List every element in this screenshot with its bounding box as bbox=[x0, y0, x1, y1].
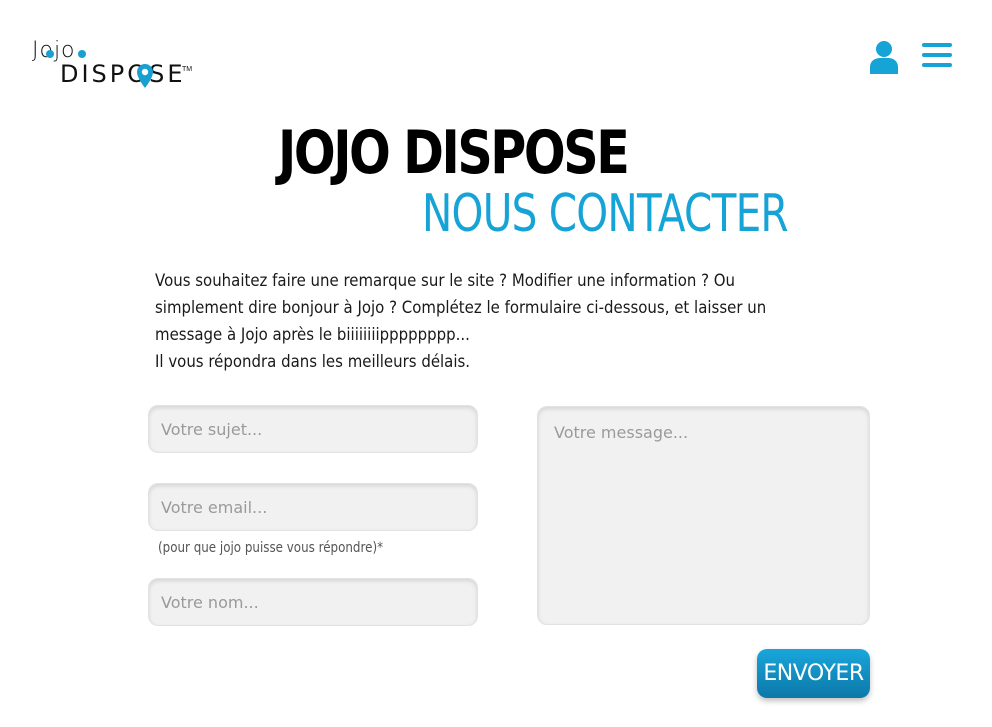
logo-trademark: TM bbox=[182, 66, 193, 73]
menu-bar bbox=[922, 43, 952, 47]
site-logo[interactable]: Jojo DISPOSE TM bbox=[30, 38, 193, 92]
logo-dot-right bbox=[78, 50, 86, 58]
user-icon[interactable] bbox=[870, 40, 898, 74]
logo-dot-left bbox=[46, 50, 54, 58]
menu-bar bbox=[922, 53, 952, 57]
menu-bar bbox=[922, 63, 952, 67]
location-pin-icon bbox=[137, 64, 153, 88]
send-button[interactable]: ENVOYER bbox=[757, 649, 870, 698]
site-title: JOJO DISPOSE bbox=[278, 118, 630, 188]
header-actions bbox=[870, 40, 952, 74]
message-textarea[interactable] bbox=[537, 406, 870, 625]
subject-input[interactable] bbox=[148, 405, 478, 453]
page-title: NOUS CONTACTER bbox=[422, 184, 789, 244]
email-input[interactable] bbox=[148, 483, 478, 531]
logo-line2: DISPOSE bbox=[60, 60, 186, 88]
name-input[interactable] bbox=[148, 578, 478, 626]
hamburger-menu-icon[interactable] bbox=[922, 40, 952, 70]
email-hint: (pour que jojo puisse vous répondre)* bbox=[158, 540, 384, 556]
intro-paragraph-response: Il vous répondra dans les meilleurs déla… bbox=[155, 352, 471, 372]
intro-text: Vous souhaitez faire une remarque sur le… bbox=[155, 268, 824, 376]
intro-paragraph: Vous souhaitez faire une remarque sur le… bbox=[155, 271, 767, 345]
